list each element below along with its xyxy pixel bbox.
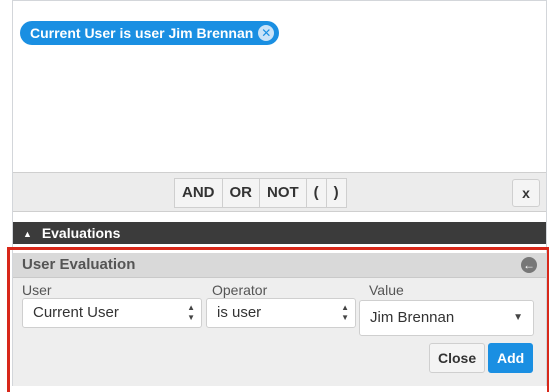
open-paren-button[interactable]: ( (305, 178, 327, 208)
not-button[interactable]: NOT (259, 178, 307, 208)
expression-builder-panel: Current User is user Jim Brennan ✕ AND O… (7, 0, 549, 392)
or-button[interactable]: OR (221, 178, 260, 208)
expression-tag[interactable]: Current User is user Jim Brennan ✕ (20, 21, 280, 45)
clear-button[interactable]: x (512, 179, 540, 207)
and-button[interactable]: AND (174, 178, 223, 208)
expression-tag-label: Current User is user Jim Brennan (30, 25, 254, 41)
circle-x-icon[interactable]: ✕ (258, 25, 275, 41)
operator-button-group: AND OR NOT ( ) (174, 178, 347, 208)
highlight-outline (7, 247, 549, 392)
evaluations-header[interactable]: ▲ Evaluations (13, 222, 546, 244)
triangle-up-icon: ▲ (23, 229, 32, 239)
evaluations-label: Evaluations (41, 225, 121, 241)
operator-toolbar: AND OR NOT ( ) x (13, 172, 546, 212)
expression-canvas[interactable]: Current User is user Jim Brennan ✕ (13, 0, 546, 173)
close-paren-button[interactable]: ) (325, 178, 347, 208)
